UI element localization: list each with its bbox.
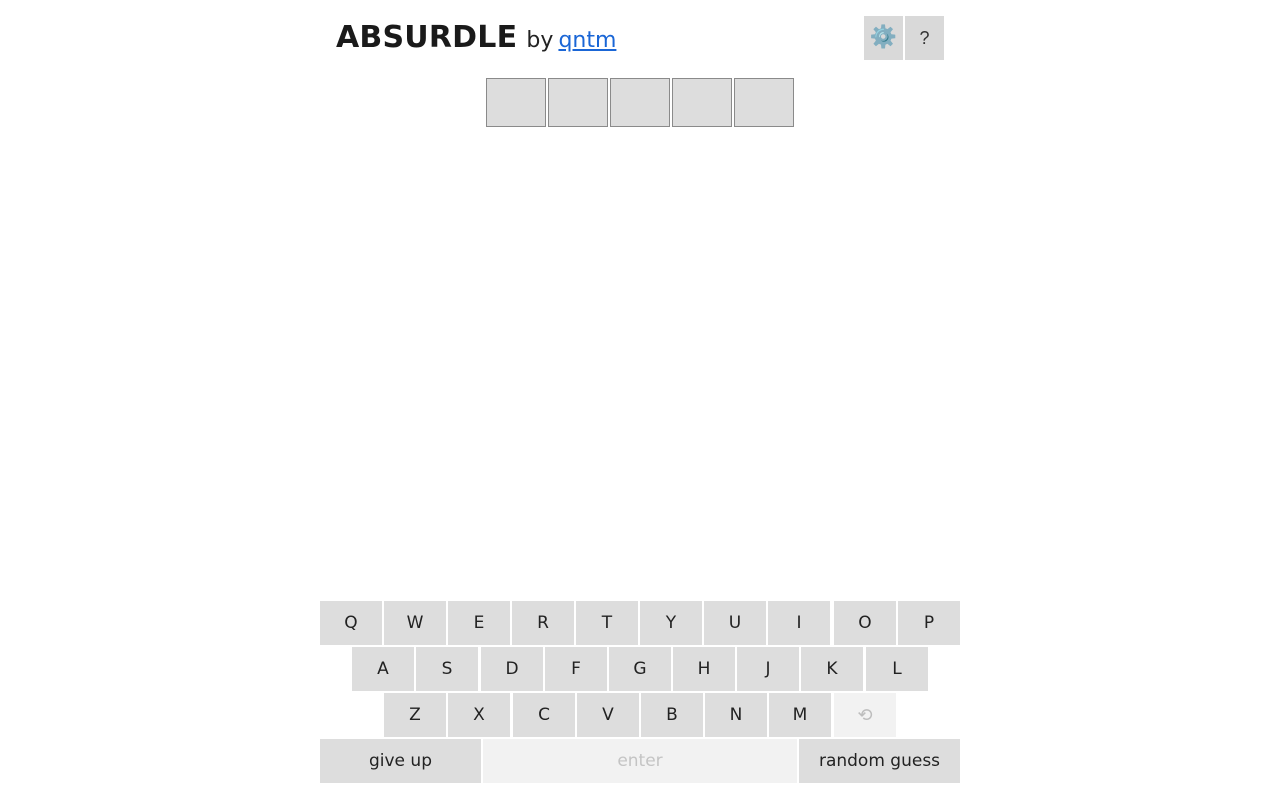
guess-cell [610,78,670,127]
key-b[interactable]: B [641,693,703,737]
key-t[interactable]: T [576,601,638,645]
key-m[interactable]: M [769,693,831,737]
key-a[interactable]: A [352,647,414,691]
key-j[interactable]: J [737,647,799,691]
key-p[interactable]: P [898,601,960,645]
guess-cell [486,78,546,127]
key-h[interactable]: H [673,647,735,691]
key-g[interactable]: G [609,647,671,691]
key-q[interactable]: Q [320,601,382,645]
settings-button[interactable]: ⚙️ [864,16,903,60]
key-f[interactable]: F [545,647,607,691]
key-y[interactable]: Y [640,601,702,645]
key-e[interactable]: E [448,601,510,645]
help-button[interactable]: ? [905,16,944,60]
guess-cell [734,78,794,127]
guess-cell [672,78,732,127]
keyboard-row-3: Z X C V B N M ⟲ [320,693,960,737]
key-i[interactable]: I [768,601,830,645]
guess-cell [548,78,608,127]
keyboard-row-1: Q W E R T Y U I O P [320,601,960,645]
enter-button[interactable]: enter [483,739,797,783]
key-s[interactable]: S [416,647,478,691]
key-v[interactable]: V [577,693,639,737]
gear-icon: ⚙️ [869,25,898,50]
game-title: ABSURDLE [336,20,518,55]
by-label: by [526,28,554,53]
absurdle-app: ABSURDLE by qntm ⚙️ ? Q W E R T Y U I O … [0,0,1280,800]
author-link[interactable]: qntm [558,28,616,53]
key-u[interactable]: U [704,601,766,645]
undo-icon[interactable]: ⟲ [834,693,896,737]
title-block: ABSURDLE by qntm [336,20,616,55]
key-z[interactable]: Z [384,693,446,737]
key-d[interactable]: D [481,647,543,691]
keyboard-row-4: give up enter random guess [320,739,960,783]
keyboard-row-2: A S D F G H J K L [320,647,960,691]
key-x[interactable]: X [448,693,510,737]
random-guess-button[interactable]: random guess [799,739,960,783]
key-k[interactable]: K [801,647,863,691]
header: ABSURDLE by qntm ⚙️ ? [336,16,944,60]
key-o[interactable]: O [834,601,896,645]
guess-row [486,78,794,127]
keyboard: Q W E R T Y U I O P A S D F G H J K L Z … [320,601,960,785]
key-l[interactable]: L [866,647,928,691]
key-r[interactable]: R [512,601,574,645]
key-c[interactable]: C [513,693,575,737]
give-up-button[interactable]: give up [320,739,481,783]
key-w[interactable]: W [384,601,446,645]
key-n[interactable]: N [705,693,767,737]
